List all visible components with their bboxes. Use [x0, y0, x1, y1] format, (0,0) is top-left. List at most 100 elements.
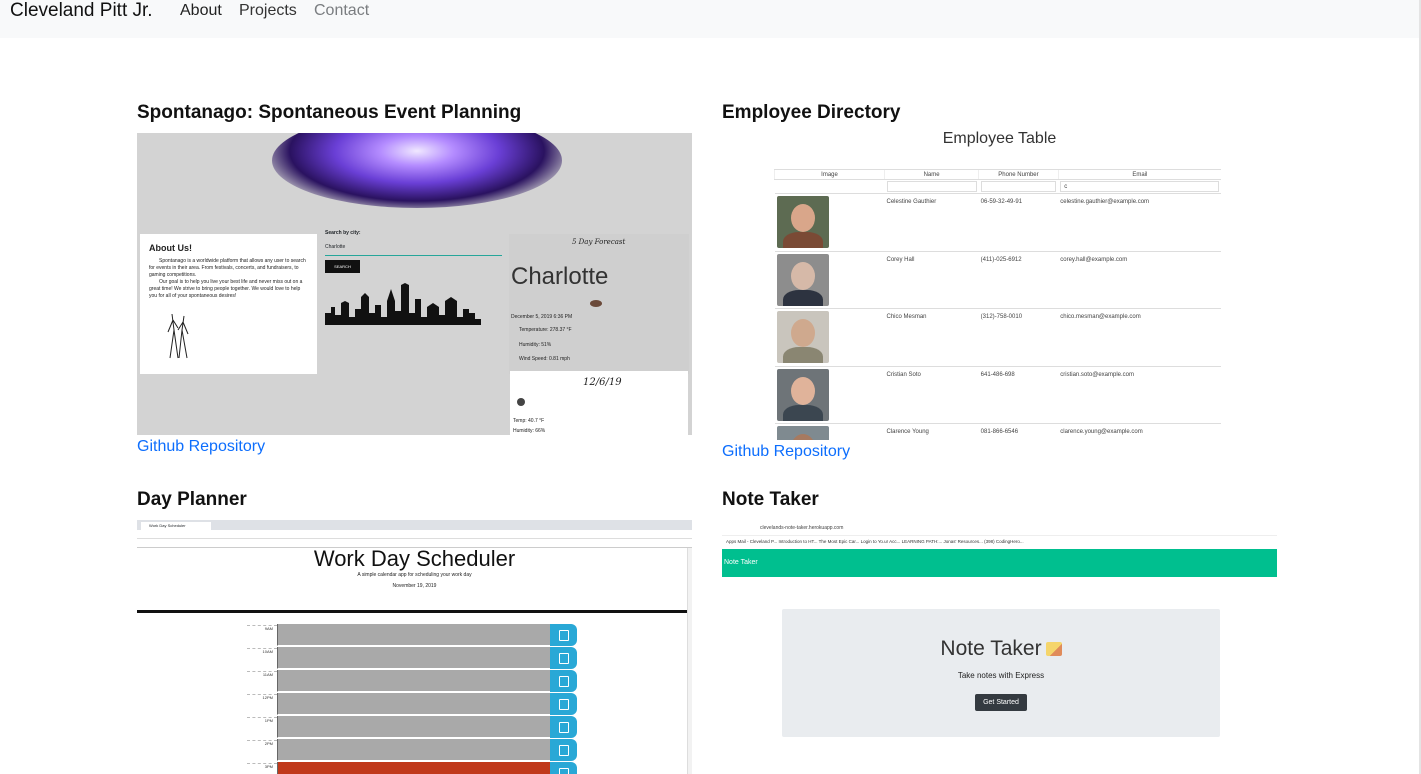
header-divider	[137, 610, 692, 613]
time-block: 10AM	[247, 647, 577, 670]
city-skyline-icon	[325, 283, 481, 325]
nav-about-link[interactable]: About	[180, 1, 222, 21]
time-block: 12PM	[247, 693, 577, 716]
image-cell	[774, 308, 885, 366]
time-block: 1PM	[247, 716, 577, 739]
forecast-temperature: Temperature: 278.37 °F	[519, 327, 572, 333]
browser-tab-bar: Work Day Scheduler	[137, 520, 692, 530]
navbar: Cleveland Pitt Jr. About Projects Contac…	[0, 0, 1419, 38]
note-taker-heading: Note Taker	[940, 637, 1042, 660]
save-icon	[550, 739, 577, 761]
employee-directory-github-link[interactable]: Github Repository	[722, 442, 850, 462]
note-taker-screenshot: clevelands-note-taker.herokuapp.com Apps…	[722, 520, 1277, 774]
employee-phone: 06-59-32-49-91	[978, 193, 1059, 251]
time-block: 11AM	[247, 670, 577, 693]
column-image: Image	[774, 169, 885, 180]
day-planner-screenshot: Work Day Scheduler Work Day Scheduler A …	[137, 520, 692, 774]
save-icon	[550, 647, 577, 669]
employee-phone: (312)-758-0010	[978, 308, 1059, 366]
employee-email: chico.mesman@example.com	[1058, 308, 1221, 366]
save-icon	[550, 670, 577, 692]
employee-email: cristian.soto@example.com	[1058, 365, 1221, 424]
image-cell	[774, 365, 885, 424]
note-taker-heading-row: Note Taker	[782, 637, 1220, 661]
filter-cell: c	[1058, 180, 1221, 194]
get-started-button: Get Started	[975, 694, 1027, 711]
nav-contact-link[interactable]: Contact	[314, 1, 369, 21]
task-slot	[277, 739, 550, 761]
weather-icon	[590, 300, 602, 307]
phone-filter-input	[980, 181, 1057, 192]
time-block: 9AM	[247, 624, 577, 647]
preview-scrollbar	[687, 548, 692, 774]
column-email: Email	[1057, 169, 1221, 180]
table-row: Cristian Soto 641-486-698 cristian.soto@…	[774, 365, 1221, 424]
forecast-city: Charlotte	[511, 263, 609, 290]
save-icon	[550, 762, 577, 774]
brand-link[interactable]: Cleveland Pitt Jr.	[10, 0, 153, 22]
table-row: Celestine Gauthier 06-59-32-49-91 celest…	[774, 193, 1221, 251]
table-row: Chico Mesman (312)-758-0010 chico.mesman…	[774, 308, 1221, 366]
employee-table-title: Employee Table	[942, 130, 1057, 147]
day-forecast-card: 12/6/19 Temp: 40.7 °F Humidity: 66%	[510, 371, 688, 435]
scheduler-title: Work Day Scheduler	[313, 546, 516, 571]
project-title-employee-directory: Employee Directory	[722, 102, 901, 123]
concert-banner-image	[272, 133, 562, 208]
about-text-1: Spontanago is a worldwide platform that …	[149, 258, 306, 278]
project-title-spontanago: Spontanago: Spontaneous Event Planning	[137, 102, 522, 123]
browser-address-bar	[137, 530, 692, 539]
email-filter-input: c	[1060, 181, 1219, 192]
search-button: SEARCH	[325, 260, 360, 273]
employee-name: Chico Mesman	[884, 308, 979, 366]
browser-bookmarks-bar: Apps Mail - Cleveland P... Introduction …	[722, 536, 1277, 548]
task-slot	[277, 762, 550, 774]
task-slot	[277, 693, 550, 715]
employee-name: Cristian Soto	[884, 365, 979, 424]
save-icon	[550, 693, 577, 715]
note-taker-navbar: Note Taker	[722, 549, 1277, 577]
filter-cell	[775, 180, 885, 194]
note-taker-jumbotron: Note Taker Take notes with Express Get S…	[782, 609, 1220, 737]
spontanago-github-link[interactable]: Github Repository	[137, 437, 265, 457]
save-icon	[550, 716, 577, 738]
hour-label: 9AM	[247, 625, 277, 631]
avatar	[776, 311, 829, 363]
day-card-temp: Temp: 40.7 °F	[513, 418, 545, 424]
nav-projects-link[interactable]: Projects	[239, 1, 297, 21]
filter-cell	[979, 180, 1059, 194]
save-icon	[550, 624, 577, 646]
hour-label: 12PM	[247, 694, 277, 700]
hour-label: 11AM	[247, 671, 277, 677]
avatar	[776, 196, 829, 248]
image-cell	[774, 423, 885, 440]
about-heading: About Us!	[149, 243, 192, 253]
employee-phone: 641-486-698	[978, 365, 1059, 424]
about-us-card: About Us! Spontanago is a worldwide plat…	[140, 234, 317, 374]
scheduler-date: November 19, 2019	[392, 583, 437, 589]
employee-phone: 081-866-6546	[978, 423, 1059, 440]
task-slot	[277, 624, 550, 646]
task-slot	[277, 716, 550, 738]
employee-name: Celestine Gauthier	[884, 193, 979, 251]
time-block: 2PM	[247, 739, 577, 762]
employee-name: Corey Hall	[884, 250, 979, 309]
employee-email: celestine.gauthier@example.com	[1058, 193, 1221, 251]
project-title-note-taker: Note Taker	[722, 489, 819, 510]
day-card-weather-icon	[517, 398, 525, 406]
scheduler-subtitle: A simple calendar app for scheduling you…	[357, 572, 472, 578]
browser-address-bar: clevelands-note-taker.herokuapp.com	[722, 520, 1277, 536]
project-title-day-planner: Day Planner	[137, 489, 247, 510]
avatar	[776, 426, 829, 440]
column-phone: Phone Number	[978, 169, 1059, 180]
name-filter-input	[886, 181, 977, 192]
avatar	[776, 368, 829, 421]
hour-label: 2PM	[247, 740, 277, 746]
hour-label: 10AM	[247, 648, 277, 654]
employee-name: Clarence Young	[884, 423, 979, 440]
day-card-date: 12/6/19	[583, 377, 622, 388]
browser-tab: Work Day Scheduler	[141, 522, 211, 530]
forecast-wind: Wind Speed: 0.81 mph	[519, 356, 570, 362]
city-search-input: Charlotte	[325, 243, 502, 256]
employee-directory-screenshot: Employee Table Image Name Phone Number E…	[722, 128, 1277, 440]
forecast-title: 5 Day Forecast	[572, 238, 626, 246]
